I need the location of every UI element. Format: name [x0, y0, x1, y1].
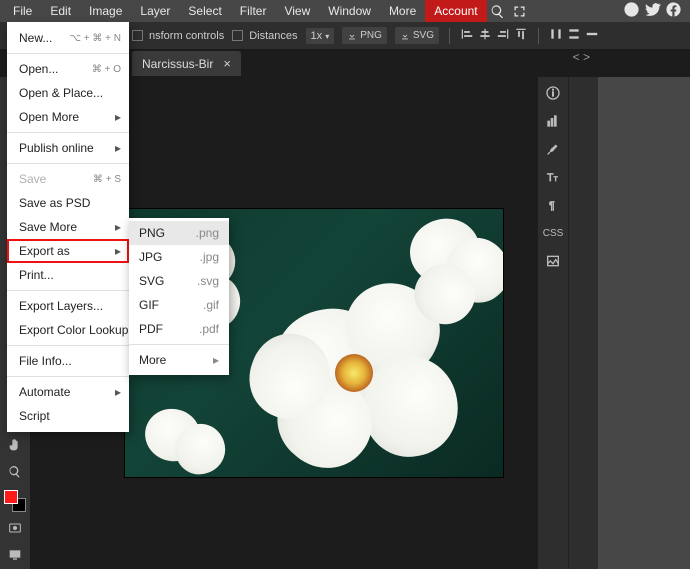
- zoom-level[interactable]: 1x ▾: [306, 28, 335, 44]
- align-top-icon[interactable]: [514, 27, 528, 44]
- file-script[interactable]: Script: [7, 404, 129, 428]
- menu-layer[interactable]: Layer: [131, 0, 179, 22]
- menu-view[interactable]: View: [275, 0, 319, 22]
- menu-account[interactable]: Account: [425, 0, 486, 22]
- paragraph-panel-icon[interactable]: ¶: [543, 195, 563, 215]
- file-print[interactable]: Print...: [7, 263, 129, 287]
- info-panel-icon[interactable]: [543, 83, 563, 103]
- export-as-svg[interactable]: SVG.svg: [129, 269, 229, 293]
- quick-export-png-button[interactable]: PNG: [342, 27, 387, 44]
- file-automate[interactable]: Automate▸: [7, 380, 129, 404]
- file-menu-dropdown: New...⌥ + ⌘ + N Open...⌘ + O Open & Plac…: [7, 22, 129, 432]
- menu-window[interactable]: Window: [319, 0, 380, 22]
- distribute-buttons: [549, 27, 599, 44]
- file-save-as-psd[interactable]: Save as PSD: [7, 191, 129, 215]
- document-tab[interactable]: Narcissus-Bir ×: [132, 51, 241, 76]
- fullscreen-icon[interactable]: [509, 0, 531, 22]
- menu-edit[interactable]: Edit: [41, 0, 80, 22]
- screen-mode-icon[interactable]: [3, 544, 27, 566]
- align-center-h-icon[interactable]: [478, 27, 492, 44]
- menu-select[interactable]: Select: [179, 0, 230, 22]
- file-export-as[interactable]: Export as▸: [7, 239, 129, 263]
- export-as-png[interactable]: PNG.png: [129, 221, 229, 245]
- file-open-place[interactable]: Open & Place...: [7, 81, 129, 105]
- export-as-submenu: PNG.png JPG.jpg SVG.svg GIF.gif PDF.pdf …: [129, 218, 229, 375]
- histogram-panel-icon[interactable]: [543, 111, 563, 131]
- close-tab-icon[interactable]: ×: [223, 56, 231, 71]
- hand-tool-icon[interactable]: [3, 434, 27, 456]
- menu-filter[interactable]: Filter: [231, 0, 276, 22]
- color-swatches[interactable]: [4, 490, 26, 512]
- brush-panel-icon[interactable]: [543, 139, 563, 159]
- file-publish-online[interactable]: Publish online▸: [7, 136, 129, 160]
- file-open-more[interactable]: Open More▸: [7, 105, 129, 129]
- reddit-icon[interactable]: [623, 1, 640, 21]
- quickmask-icon[interactable]: [3, 517, 27, 539]
- quick-export-svg-button[interactable]: SVG: [395, 27, 439, 44]
- facebook-icon[interactable]: [665, 1, 682, 21]
- align-right-icon[interactable]: [496, 27, 510, 44]
- file-file-info[interactable]: File Info...: [7, 349, 129, 373]
- file-new[interactable]: New...⌥ + ⌘ + N: [7, 26, 129, 50]
- align-left-icon[interactable]: [460, 27, 474, 44]
- zoom-tool-icon[interactable]: [3, 461, 27, 483]
- menu-file[interactable]: File: [4, 0, 41, 22]
- file-save: Save⌘ + S: [7, 167, 129, 191]
- right-panel-gutter: [598, 77, 690, 569]
- transform-controls-toggle[interactable]: nsform controls: [132, 30, 224, 42]
- svg-text:¶: ¶: [549, 200, 555, 212]
- file-save-more[interactable]: Save More▸: [7, 215, 129, 239]
- export-as-gif[interactable]: GIF.gif: [129, 293, 229, 317]
- right-panel-strip-1: TT ¶ CSS: [538, 77, 568, 569]
- file-export-color-lookup[interactable]: Export Color Lookup...: [7, 318, 129, 342]
- transform-controls-label: nsform controls: [149, 30, 224, 42]
- file-export-layers[interactable]: Export Layers...: [7, 294, 129, 318]
- svg-text:T: T: [554, 176, 558, 183]
- export-as-pdf[interactable]: PDF.pdf: [129, 317, 229, 341]
- distribute-icon-3[interactable]: [585, 27, 599, 44]
- character-panel-icon[interactable]: TT: [543, 167, 563, 187]
- distribute-icon-2[interactable]: [567, 27, 581, 44]
- file-open[interactable]: Open...⌘ + O: [7, 57, 129, 81]
- svg-text:T: T: [547, 172, 554, 184]
- css-panel-icon[interactable]: CSS: [543, 223, 563, 243]
- export-as-jpg[interactable]: JPG.jpg: [129, 245, 229, 269]
- code-view-icon[interactable]: < >: [573, 50, 590, 64]
- menu-image[interactable]: Image: [80, 0, 131, 22]
- document-tab-title: Narcissus-Bir: [142, 57, 213, 71]
- align-buttons: [460, 27, 528, 44]
- menu-bar: File Edit Image Layer Select Filter View…: [0, 0, 690, 22]
- export-as-more[interactable]: More▸: [129, 348, 229, 372]
- distances-toggle[interactable]: Distances: [232, 30, 297, 42]
- right-panel-strip-2: [568, 77, 598, 569]
- menu-more[interactable]: More: [380, 0, 425, 22]
- image-panel-icon[interactable]: [543, 251, 563, 271]
- twitter-icon[interactable]: [644, 1, 661, 21]
- distribute-icon-1[interactable]: [549, 27, 563, 44]
- distances-label: Distances: [249, 30, 297, 42]
- search-icon[interactable]: [487, 0, 509, 22]
